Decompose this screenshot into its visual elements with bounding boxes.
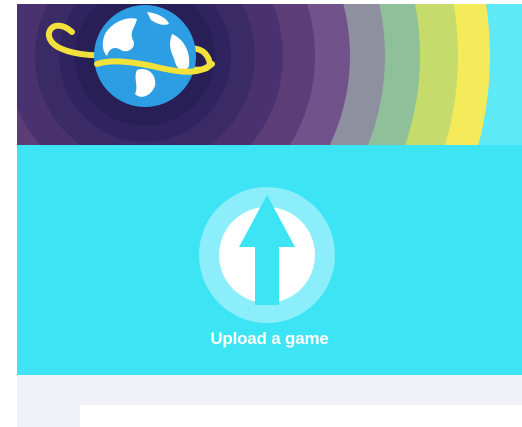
upload-game-button[interactable]: Upload a game [17,145,522,375]
banner-rings-graphic [17,4,522,145]
header-banner [17,4,522,145]
upload-arrow-icon [199,187,335,323]
content-card [80,405,522,427]
page: Upload a game [0,0,522,427]
upload-game-label: Upload a game [210,329,329,348]
